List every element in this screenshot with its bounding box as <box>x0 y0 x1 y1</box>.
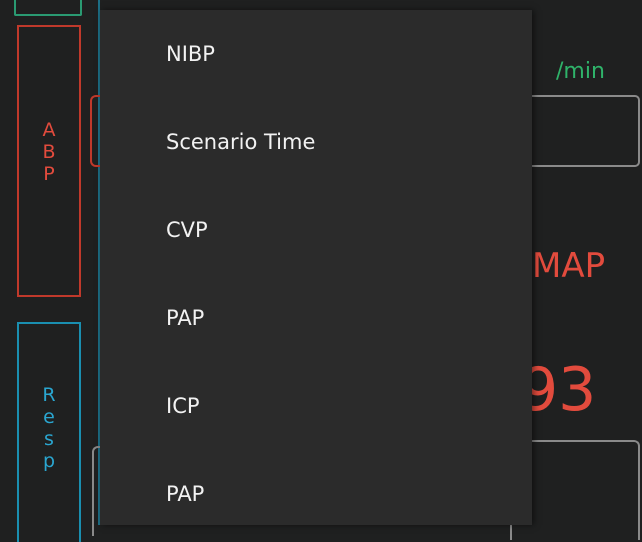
menu-item-label: NIBP <box>166 42 215 66</box>
tab-resp[interactable]: R e s p <box>17 322 81 542</box>
parameter-dropdown-menu: NIBP Scenario Time CVP PAP ICP PAP <box>100 10 532 525</box>
menu-item-label: Scenario Time <box>166 130 316 154</box>
tab-abp[interactable]: A B P <box>17 25 81 297</box>
tab-abp-label: A B P <box>42 119 56 185</box>
tab-resp-label: R e s p <box>42 384 56 472</box>
menu-item-scenario-time[interactable]: Scenario Time <box>100 98 532 186</box>
menu-item-label: CVP <box>166 218 208 242</box>
menu-item-label: PAP <box>166 482 205 506</box>
menu-item-cvp[interactable]: CVP <box>100 186 532 274</box>
rate-unit-label: /min <box>556 59 605 84</box>
menu-item-label: PAP <box>166 306 205 330</box>
menu-item-label: ICP <box>166 394 200 418</box>
menu-item-nibp[interactable]: NIBP <box>100 10 532 98</box>
menu-item-pap[interactable]: PAP <box>100 274 532 362</box>
menu-item-icp[interactable]: ICP <box>100 362 532 450</box>
top-tab[interactable] <box>14 0 82 16</box>
map-label: MAP <box>532 246 606 286</box>
